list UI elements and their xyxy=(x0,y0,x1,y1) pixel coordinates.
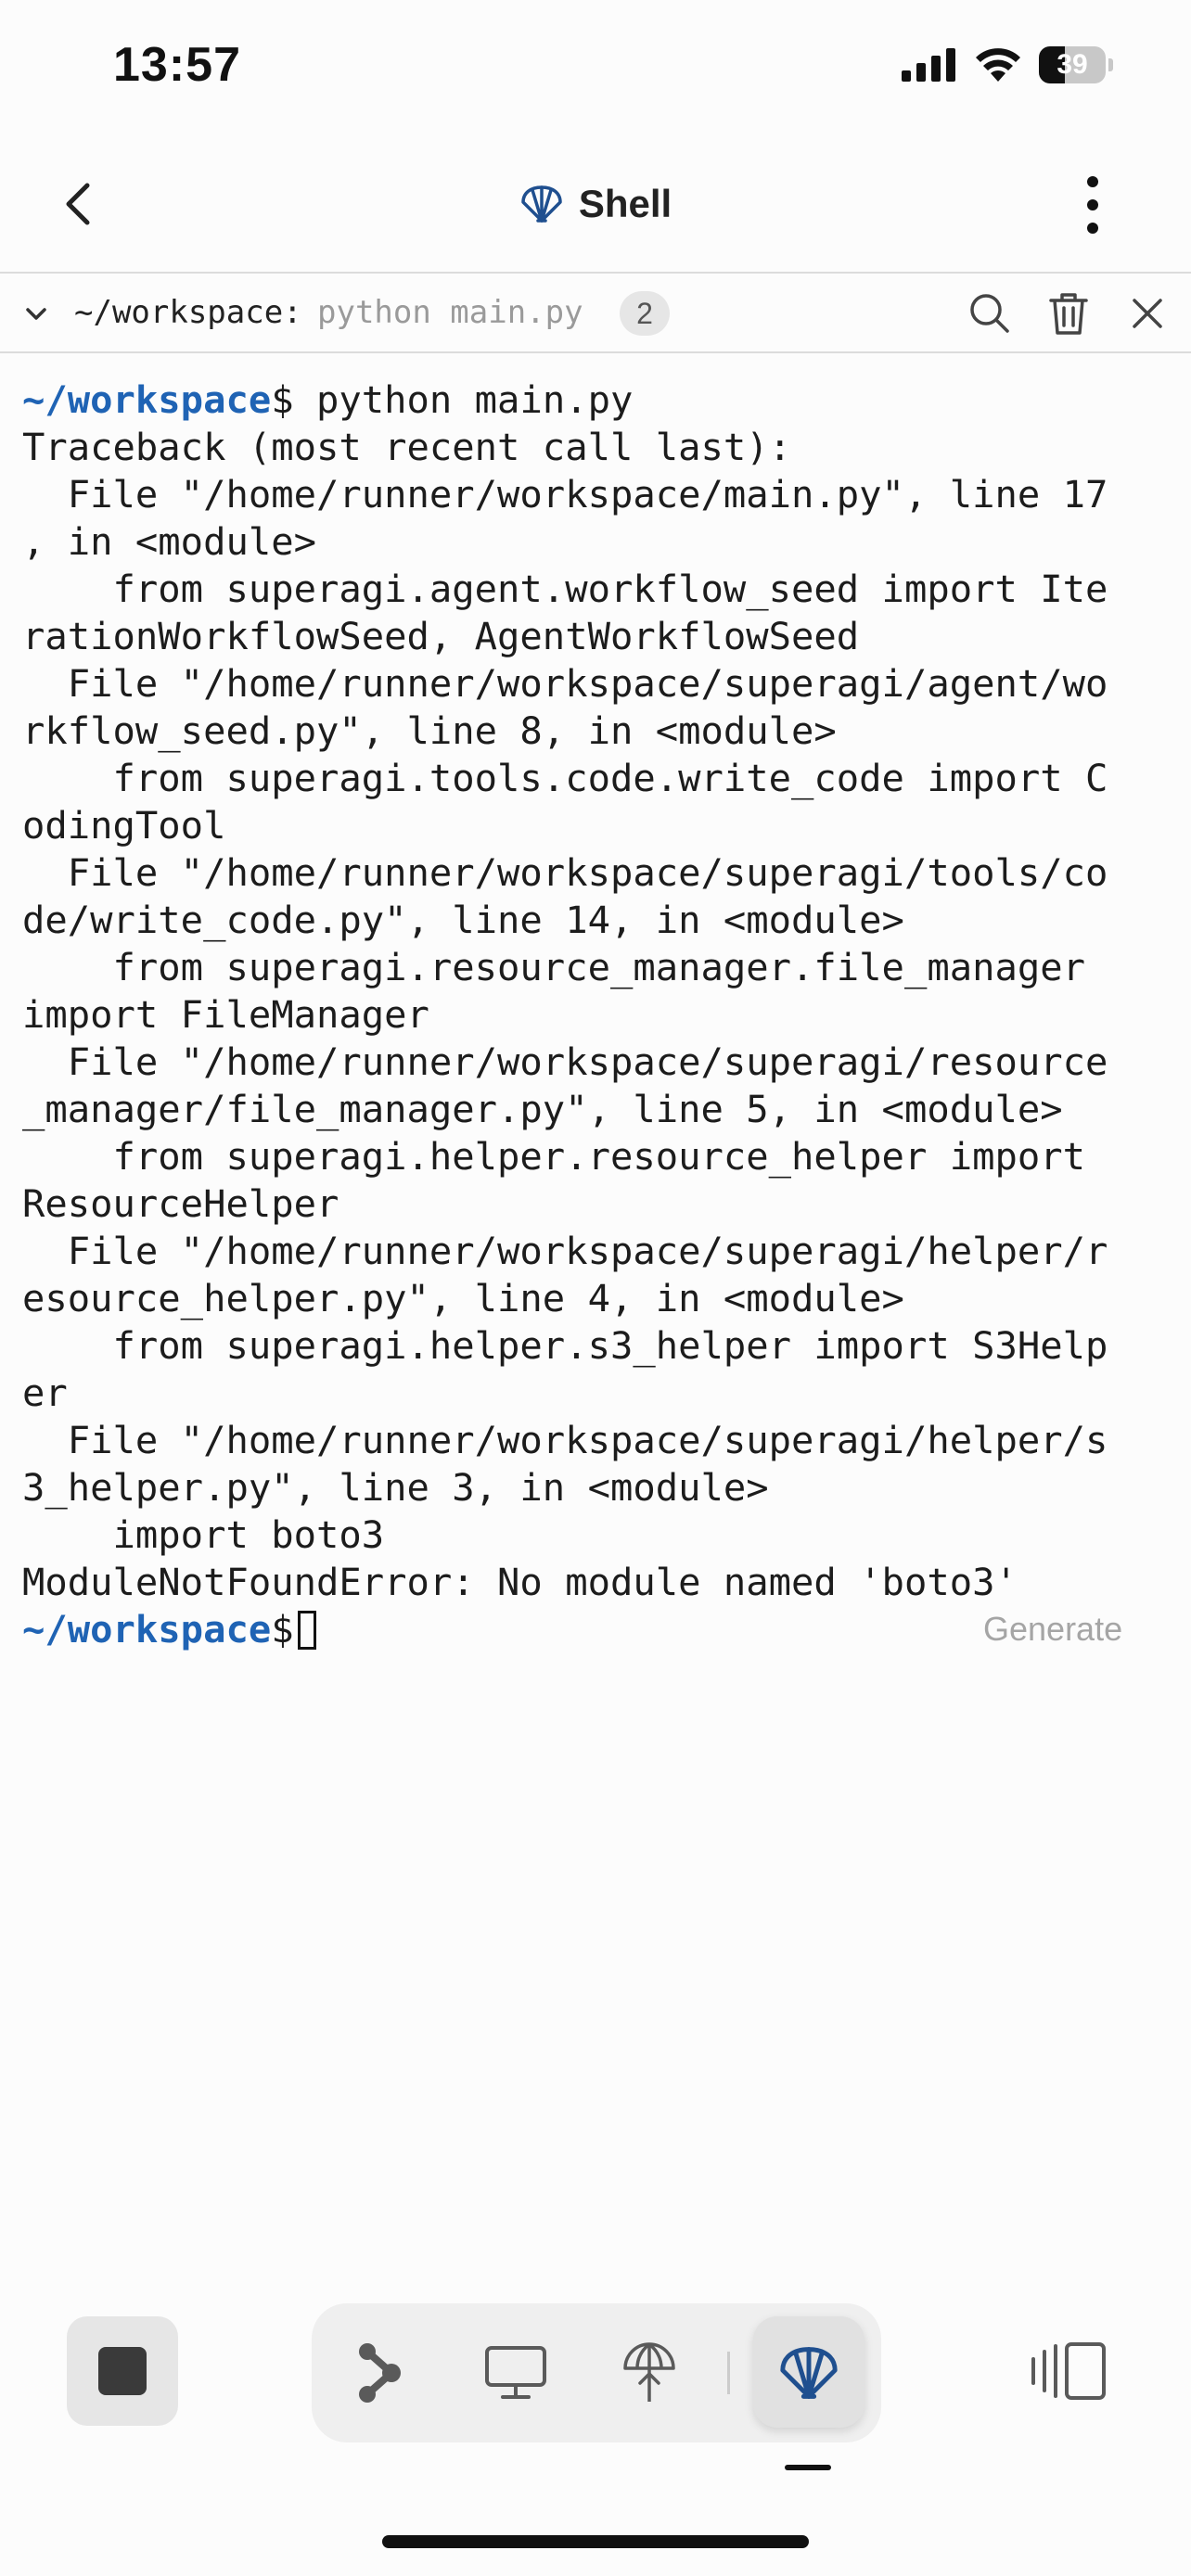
panels-icon[interactable] xyxy=(1030,2339,1108,2404)
terminal-output-line: Traceback (most recent call last): xyxy=(22,425,792,469)
close-icon[interactable] xyxy=(1124,290,1171,337)
prompt-path: ~/workspace xyxy=(22,377,272,422)
chevron-down-icon[interactable] xyxy=(20,298,52,329)
generate-button[interactable]: Generate xyxy=(983,1610,1122,1649)
status-time: 13:57 xyxy=(113,38,241,92)
page-title-group: Shell xyxy=(0,174,1191,234)
prompt-symbol: $ xyxy=(271,1607,294,1651)
terminal-output-line: ResourceHelper xyxy=(22,1181,339,1226)
git-branch-icon xyxy=(359,2343,401,2403)
stop-button[interactable] xyxy=(67,2316,178,2426)
terminal-command-line: ~/workspace$ python main.py xyxy=(22,376,1172,424)
terminal-output-line: File "/home/runner/workspace/main.py", l… xyxy=(22,472,1108,516)
tab-bar-divider xyxy=(0,351,1191,353)
trash-icon[interactable] xyxy=(1045,290,1092,337)
terminal-output-line: File "/home/runner/workspace/superagi/to… xyxy=(22,850,1108,895)
tab-command[interactable]: python main.py xyxy=(317,290,583,335)
terminal-output-line: _manager/file_manager.py", line 5, in <m… xyxy=(22,1087,1063,1131)
terminal-output-line: from superagi.resource_manager.file_mana… xyxy=(22,945,1108,989)
terminal-output-line: , in <module> xyxy=(22,519,316,564)
terminal-output-line: rkflow_seed.py", line 8, in <module> xyxy=(22,708,837,753)
terminal-output-line: File "/home/runner/workspace/superagi/he… xyxy=(22,1418,1108,1462)
stop-icon xyxy=(98,2347,147,2395)
terminal-output-line: File "/home/runner/workspace/superagi/he… xyxy=(22,1229,1108,1273)
monitor-icon xyxy=(485,2346,546,2399)
dock-item-git[interactable] xyxy=(325,2303,436,2442)
terminal-output-line: from superagi.helper.resource_helper imp… xyxy=(22,1134,1108,1179)
terminal-output-line: File "/home/runner/workspace/superagi/ag… xyxy=(22,661,1108,706)
deploy-icon xyxy=(623,2342,675,2402)
shell-icon xyxy=(521,185,562,223)
battery-percent: 39 xyxy=(1057,49,1088,80)
battery-icon: 39 xyxy=(1039,46,1113,83)
more-vertical-icon[interactable] xyxy=(1082,174,1104,236)
terminal-output[interactable]: ~/workspace$ python main.py Traceback (m… xyxy=(22,376,1172,1653)
header-divider xyxy=(0,272,1191,274)
terminal-output-line: from superagi.agent.workflow_seed import… xyxy=(22,567,1108,611)
shell-tab-bar: ~/workspace: python main.py 2 xyxy=(0,275,1191,351)
cellular-signal-icon xyxy=(902,48,955,82)
terminal-output-line: from superagi.tools.code.write_code impo… xyxy=(22,756,1108,800)
nav-header: Shell xyxy=(0,139,1191,274)
search-icon[interactable] xyxy=(967,290,1013,337)
wifi-icon xyxy=(976,48,1020,82)
terminal-output-line: odingTool xyxy=(22,803,226,848)
prompt-path: ~/workspace xyxy=(22,1607,272,1651)
dock-separator xyxy=(727,2352,730,2394)
terminal-command: python main.py xyxy=(293,377,634,422)
terminal-output-line: 3_helper.py", line 3, in <module> xyxy=(22,1465,769,1510)
terminal-output-line: import boto3 xyxy=(22,1512,385,1557)
text-cursor xyxy=(297,1611,316,1650)
terminal-output-line: File "/home/runner/workspace/superagi/re… xyxy=(22,1039,1108,1084)
terminal-output-line: rationWorkflowSeed, AgentWorkflowSeed xyxy=(22,614,860,658)
page-title: Shell xyxy=(578,182,672,225)
prompt-symbol: $ xyxy=(271,377,294,422)
shell-icon xyxy=(780,2347,838,2399)
session-count-badge[interactable]: 2 xyxy=(620,291,670,336)
terminal-output-line: er xyxy=(22,1371,68,1415)
terminal-output-line: import FileManager xyxy=(22,992,429,1037)
tab-path[interactable]: ~/workspace: xyxy=(74,290,302,335)
home-indicator xyxy=(382,2535,809,2548)
terminal-output-line: ModuleNotFoundError: No module named 'bo… xyxy=(22,1560,1018,1604)
tool-dock xyxy=(312,2303,881,2442)
terminal-output-line: esource_helper.py", line 4, in <module> xyxy=(22,1276,904,1320)
terminal-output-line: de/write_code.py", line 14, in <module> xyxy=(22,898,904,942)
dock-item-preview[interactable] xyxy=(460,2303,571,2442)
active-tab-indicator xyxy=(785,2465,831,2470)
dock-item-shell[interactable] xyxy=(753,2316,864,2428)
terminal-output-line: from superagi.helper.s3_helper import S3… xyxy=(22,1323,1108,1368)
dock-item-deploy[interactable] xyxy=(594,2303,705,2442)
traceback-output: Traceback (most recent call last): File … xyxy=(22,424,1172,1606)
status-bar: 13:57 39 xyxy=(0,0,1191,134)
